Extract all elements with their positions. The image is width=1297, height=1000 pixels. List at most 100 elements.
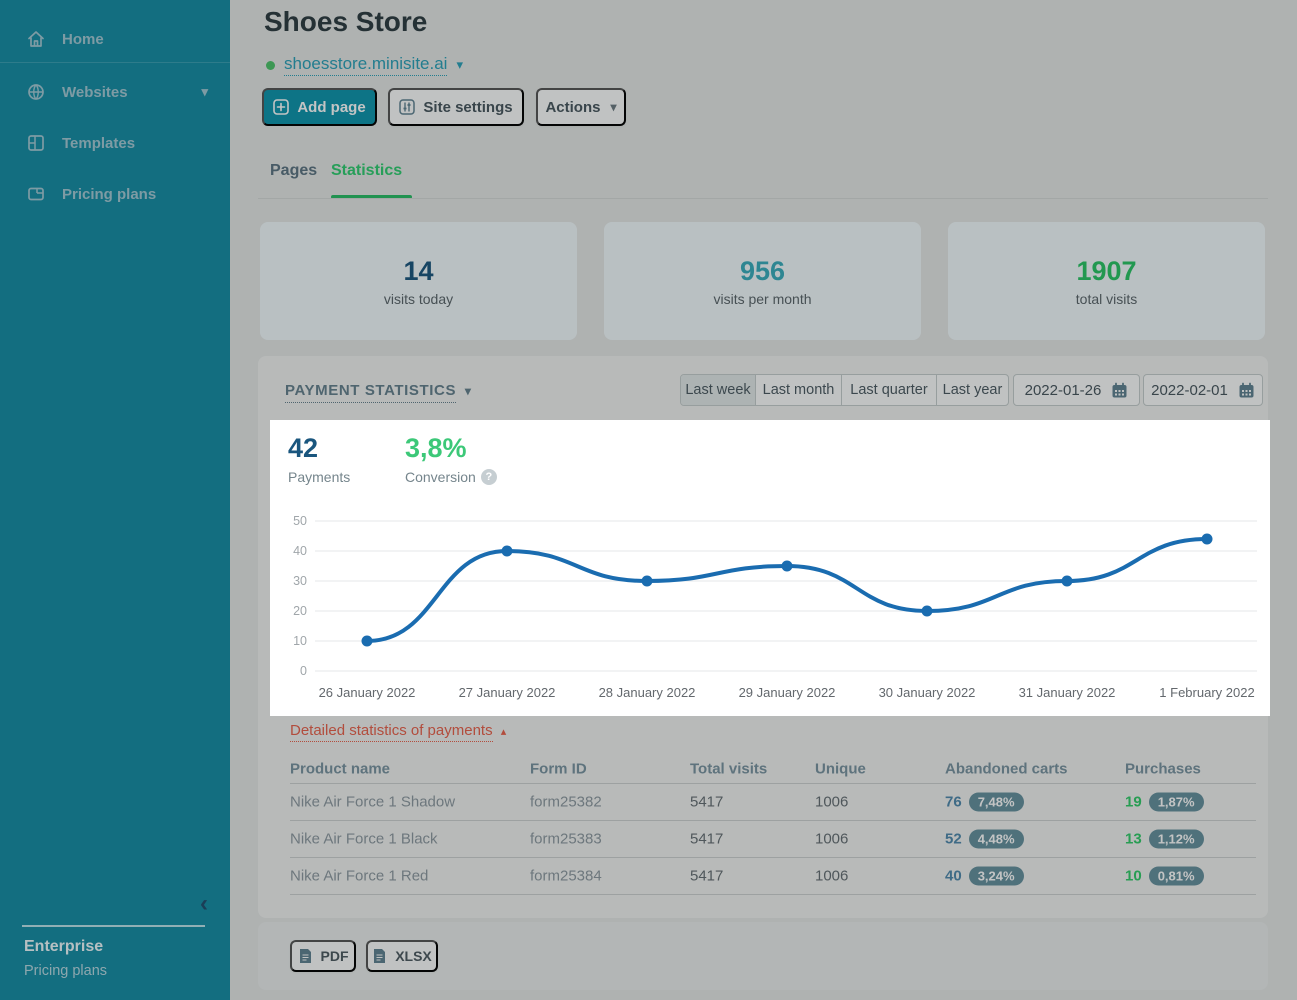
purchases-count: 13 [1125,831,1142,848]
sidebar-item-label: Pricing plans [62,186,156,203]
sidebar-footer-divider [22,925,205,927]
sidebar-item-label: Websites [62,84,128,101]
svg-text:31 January 2022: 31 January 2022 [1019,685,1116,700]
payment-statistics-panel: PAYMENT STATISTICS ▾ Last week Last mont… [258,356,1268,918]
export-xlsx-button[interactable]: XLSX [366,940,438,972]
add-page-label: Add page [297,99,365,116]
period-last-year-button[interactable]: Last year [937,375,1008,405]
date-to-value: 2022-02-01 [1151,382,1228,399]
stat-value: 1907 [1076,256,1136,287]
sidebar-item-templates[interactable]: Templates [0,126,230,160]
detailed-statistics-label: Detailed statistics of payments [290,722,493,742]
column-header-product-name: Product name [290,760,390,777]
chevron-down-icon: ▾ [201,84,208,100]
file-document-icon [372,948,387,964]
stat-card-total-visits: 1907 total visits [948,222,1265,340]
help-question-icon[interactable]: ? [481,469,497,485]
main-content: Shoes Store shoesstore.minisite.ai ▾ Add… [230,0,1297,1000]
stat-value: 956 [740,256,785,287]
tab-statistics[interactable]: Statistics [331,162,402,180]
site-domain-link[interactable]: shoesstore.minisite.ai ▾ [266,54,463,76]
form-id: form25384 [530,868,602,885]
svg-text:26 January 2022: 26 January 2022 [319,685,416,700]
site-settings-label: Site settings [423,99,512,116]
sidebar-item-home[interactable]: Home [0,22,230,56]
conversion-label-text: Conversion [405,469,476,485]
svg-text:1 February 2022: 1 February 2022 [1159,685,1254,700]
column-header-unique: Unique [815,760,866,777]
stat-label: total visits [1076,291,1137,307]
site-settings-button[interactable]: Site settings [388,88,524,126]
plan-name: Enterprise [24,938,103,956]
payments-count: 42 [288,433,318,464]
unique-visits: 1006 [815,868,848,885]
period-last-month-button[interactable]: Last month [756,375,842,405]
export-bar: PDF XLSX [258,922,1268,990]
date-to-input[interactable]: 2022-02-01 [1143,374,1263,406]
table-row: Nike Air Force 1 Shadow form25382 5417 1… [290,784,1256,821]
conversion-value: 3,8% [405,433,467,464]
svg-text:10: 10 [293,634,307,648]
sidebar-divider [0,62,230,63]
actions-button[interactable]: Actions ▾ [536,88,626,126]
stat-value: 14 [403,256,433,287]
abandoned-count: 40 [945,868,962,885]
payment-statistics-dropdown[interactable]: PAYMENT STATISTICS ▾ [285,382,472,399]
calendar-icon [1111,382,1128,399]
svg-text:0: 0 [300,664,307,678]
date-from-input[interactable]: 2022-01-26 [1013,374,1140,406]
purchases-count: 10 [1125,868,1142,885]
sidebar: Home Websites ▾ Templates Pricing plans [0,0,230,1000]
period-last-quarter-button[interactable]: Last quarter [842,375,937,405]
sidebar-item-websites[interactable]: Websites ▾ [0,75,230,109]
stat-card-visits-per-month: 956 visits per month [604,222,921,340]
actions-label: Actions [545,99,600,116]
column-header-abandoned-carts: Abandoned carts [945,760,1068,777]
column-header-purchases: Purchases [1125,760,1201,777]
abandoned-pct-badge: 3,24% [969,867,1024,886]
total-visits: 5417 [690,794,723,811]
unique-visits: 1006 [815,831,848,848]
purchases-pct-badge: 1,12% [1149,830,1204,849]
detailed-statistics-toggle[interactable]: Detailed statistics of payments ▴ [290,722,506,739]
page-title: Shoes Store [264,6,427,38]
period-last-week-button[interactable]: Last week [681,375,756,405]
payment-statistics-title: PAYMENT STATISTICS [285,382,456,403]
stat-label: visits today [384,291,453,307]
footer-pricing-plans-link[interactable]: Pricing plans [24,963,107,979]
abandoned-count: 76 [945,794,962,811]
sidebar-item-label: Templates [62,135,135,152]
calendar-icon [1238,382,1255,399]
table-row: Nike Air Force 1 Red form25384 5417 1006… [290,858,1256,895]
product-name: Nike Air Force 1 Red [290,868,428,885]
purchases-pct-badge: 1,87% [1149,793,1204,812]
chevron-up-icon: ▴ [501,726,507,738]
purchases-pct-badge: 0,81% [1149,867,1204,886]
svg-text:30: 30 [293,574,307,588]
abandoned-carts-cell: 40 3,24% [945,867,1024,886]
sidebar-item-pricing-plans[interactable]: Pricing plans [0,177,230,211]
settings-sliders-icon [399,99,415,115]
product-name: Nike Air Force 1 Shadow [290,794,455,811]
export-xlsx-label: XLSX [395,948,432,964]
add-page-button[interactable]: Add page [262,88,377,126]
abandoned-carts-cell: 52 4,48% [945,830,1024,849]
product-name: Nike Air Force 1 Black [290,831,438,848]
stat-card-visits-today: 14 visits today [260,222,577,340]
purchases-cell: 19 1,87% [1125,793,1204,812]
payments-count-label: Payments [288,469,350,485]
svg-text:28 January 2022: 28 January 2022 [599,685,696,700]
tab-pages[interactable]: Pages [270,162,317,180]
sidebar-collapse-icon[interactable]: ‹ [200,892,208,916]
chevron-down-icon: ▾ [610,100,616,114]
svg-text:30 January 2022: 30 January 2022 [879,685,976,700]
column-header-total-visits: Total visits [690,760,767,777]
payments-table: Product name Form ID Total visits Unique… [290,754,1256,895]
form-id: form25382 [530,794,602,811]
export-pdf-button[interactable]: PDF [290,940,356,972]
purchases-cell: 10 0,81% [1125,867,1204,886]
date-from-value: 2022-01-26 [1025,382,1102,399]
file-document-icon [298,948,313,964]
abandoned-carts-cell: 76 7,48% [945,793,1024,812]
svg-text:50: 50 [293,514,307,528]
